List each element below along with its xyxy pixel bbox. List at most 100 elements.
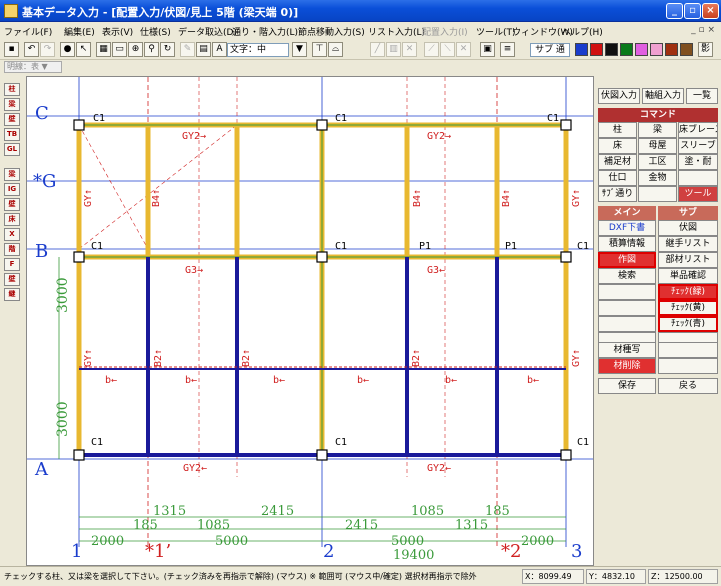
main-draw[interactable]: 作図 <box>598 252 656 268</box>
tab-list[interactable]: 一覧 <box>686 88 718 104</box>
undo-icon[interactable]: ↶ <box>24 42 39 57</box>
close-button[interactable]: × <box>702 3 719 19</box>
layer-icon[interactable]: ≡ <box>500 42 515 57</box>
sub-plan[interactable]: 伏図 <box>658 220 718 236</box>
menu-list-input[interactable]: リスト入力(L) <box>368 25 425 38</box>
tool-f-icon[interactable]: F <box>4 258 20 271</box>
main-empty[interactable] <box>598 300 656 316</box>
cmd-sub-grid[interactable]: ｻﾌﾞ通り <box>598 186 637 202</box>
menu-placement[interactable]: 配置入力(I) <box>422 25 468 38</box>
sub-member-list[interactable]: 部材リスト <box>658 252 718 268</box>
cmd-empty[interactable] <box>638 186 677 202</box>
save-icon[interactable]: ▪ <box>4 42 19 57</box>
tool-beam-icon[interactable]: 梁 <box>4 98 20 111</box>
cmd-floor-brace[interactable]: 床ブレース <box>678 122 718 138</box>
main-dxf-draft[interactable]: DXF下書 <box>598 220 656 236</box>
x-icon[interactable]: ✕ <box>456 42 471 57</box>
menu-edit[interactable]: 編集(E) <box>64 25 95 38</box>
text-icon[interactable]: A <box>212 42 227 57</box>
cmd-column[interactable]: 柱 <box>598 122 637 138</box>
font-size-select[interactable]: 文字：中 <box>227 43 289 57</box>
menu-grid-floor[interactable]: 通り・階入力(L) <box>232 25 298 38</box>
stop-icon[interactable]: ● <box>60 42 75 57</box>
menu-tools[interactable]: ツール(T) <box>476 25 516 38</box>
print-icon[interactable]: ▤ <box>196 42 211 57</box>
tool-tb-icon[interactable]: TB <box>4 128 20 141</box>
tool-wall2-icon[interactable]: 壁 <box>4 198 20 211</box>
tool-joint-icon[interactable]: 継 <box>4 288 20 301</box>
maximize-button[interactable]: ▫ <box>684 3 701 19</box>
framing-plan[interactable]: C *G B A 1 *1’ 2 *2 3 C1 C1 C1 C1 P1 P1 … <box>27 77 594 566</box>
grid-icon[interactable]: ▦ <box>96 42 111 57</box>
tab-frame-input[interactable]: 軸組入力 <box>642 88 684 104</box>
cmd-zone[interactable]: 工区 <box>638 154 677 170</box>
tool-gl-icon[interactable]: GL <box>4 143 20 156</box>
tool-stair-icon[interactable]: 階 <box>4 243 20 256</box>
tool-beam2-icon[interactable]: 梁 <box>4 168 20 181</box>
tool-column-icon[interactable]: 柱 <box>4 83 20 96</box>
shadow-toggle[interactable]: 影 <box>698 42 713 57</box>
color-swatch[interactable] <box>620 43 633 56</box>
cross-icon[interactable]: ✕ <box>402 42 417 57</box>
cmd-empty[interactable] <box>678 170 718 186</box>
tool-ig-icon[interactable]: IG <box>4 183 20 196</box>
main-estimate-info[interactable]: 積算情報 <box>598 236 656 252</box>
mdi-controls[interactable]: _ ▫ × <box>691 25 715 35</box>
redo-icon[interactable]: ↷ <box>40 42 55 57</box>
cmd-purlin[interactable]: 母屋 <box>638 138 677 154</box>
window-icon[interactable]: ▭ <box>112 42 127 57</box>
sub-single-check[interactable]: 単品確認 <box>658 268 718 284</box>
color-swatch[interactable] <box>575 43 588 56</box>
zoom-icon[interactable]: ⚲ <box>144 42 159 57</box>
sub-check-green[interactable]: ﾁｪｯｸ(緑) <box>658 284 718 300</box>
pointer-icon[interactable]: ↖ <box>76 42 91 57</box>
crane-icon[interactable]: ⊤ <box>312 42 327 57</box>
sub-grid-label[interactable]: サブ 通 <box>530 43 570 57</box>
cmd-paint-fireproof[interactable]: 塗・耐 <box>678 154 718 170</box>
pen-icon[interactable]: ✎ <box>180 42 195 57</box>
main-search[interactable]: 検索 <box>598 268 656 284</box>
cmd-supplement[interactable]: 補足材 <box>598 154 637 170</box>
slash-icon[interactable]: ⟋ <box>424 42 439 57</box>
cmd-beam[interactable]: 梁 <box>638 122 677 138</box>
refresh-icon[interactable]: ↻ <box>160 42 175 57</box>
diag-icon[interactable]: ⟍ <box>440 42 455 57</box>
line-style-select[interactable]: 明線：表 ▼ <box>4 61 62 73</box>
main-delete-material[interactable]: 材削除 <box>598 358 656 374</box>
drawing-canvas[interactable]: C *G B A 1 *1’ 2 *2 3 C1 C1 C1 C1 P1 P1 … <box>26 76 594 566</box>
tool-floor-icon[interactable]: 床 <box>4 213 20 226</box>
tool-wall3-icon[interactable]: 壁 <box>4 273 20 286</box>
main-empty[interactable] <box>598 316 656 332</box>
sub-check-blue[interactable]: ﾁｪｯｸ(青) <box>658 316 718 332</box>
cmd-hardware[interactable]: 金物 <box>638 170 677 186</box>
menu-spec[interactable]: 仕様(S) <box>140 25 171 38</box>
sub-check-yellow[interactable]: ﾁｪｯｸ(黄) <box>658 300 718 316</box>
zoom-window-icon[interactable]: ⊕ <box>128 42 143 57</box>
back-button[interactable]: 戻る <box>658 378 718 394</box>
line-icon[interactable]: ╱ <box>370 42 385 57</box>
minimize-button[interactable]: _ <box>666 3 683 19</box>
save-button[interactable]: 保存 <box>598 378 656 394</box>
cmd-tools[interactable]: ツール <box>678 186 718 202</box>
helmet-icon[interactable]: ⌓ <box>328 42 343 57</box>
menu-help[interactable]: ヘルプ(H) <box>562 25 603 38</box>
main-empty[interactable] <box>598 284 656 300</box>
hatch-icon[interactable]: ▥ <box>386 42 401 57</box>
cmd-joint[interactable]: 仕口 <box>598 170 637 186</box>
color-swatch[interactable] <box>635 43 648 56</box>
menu-view[interactable]: 表示(V) <box>102 25 133 38</box>
color-swatch[interactable] <box>605 43 618 56</box>
sub-empty[interactable] <box>658 342 718 358</box>
dropdown-arrow-icon[interactable]: ▼ <box>292 42 307 57</box>
tool-x-icon[interactable]: X <box>4 228 20 241</box>
sub-joint-list[interactable]: 継手リスト <box>658 236 718 252</box>
color-swatch[interactable] <box>680 43 693 56</box>
color-swatch[interactable] <box>665 43 678 56</box>
main-copy-material[interactable]: 材種写 <box>598 342 656 358</box>
sub-empty[interactable] <box>658 358 718 374</box>
color-swatch[interactable] <box>590 43 603 56</box>
tab-plan-input[interactable]: 伏図入力 <box>598 88 640 104</box>
menu-import[interactable]: データ取込(D) <box>178 25 237 38</box>
menu-file[interactable]: ファイル(F) <box>4 25 52 38</box>
red-frame-icon[interactable]: ▣ <box>480 42 495 57</box>
